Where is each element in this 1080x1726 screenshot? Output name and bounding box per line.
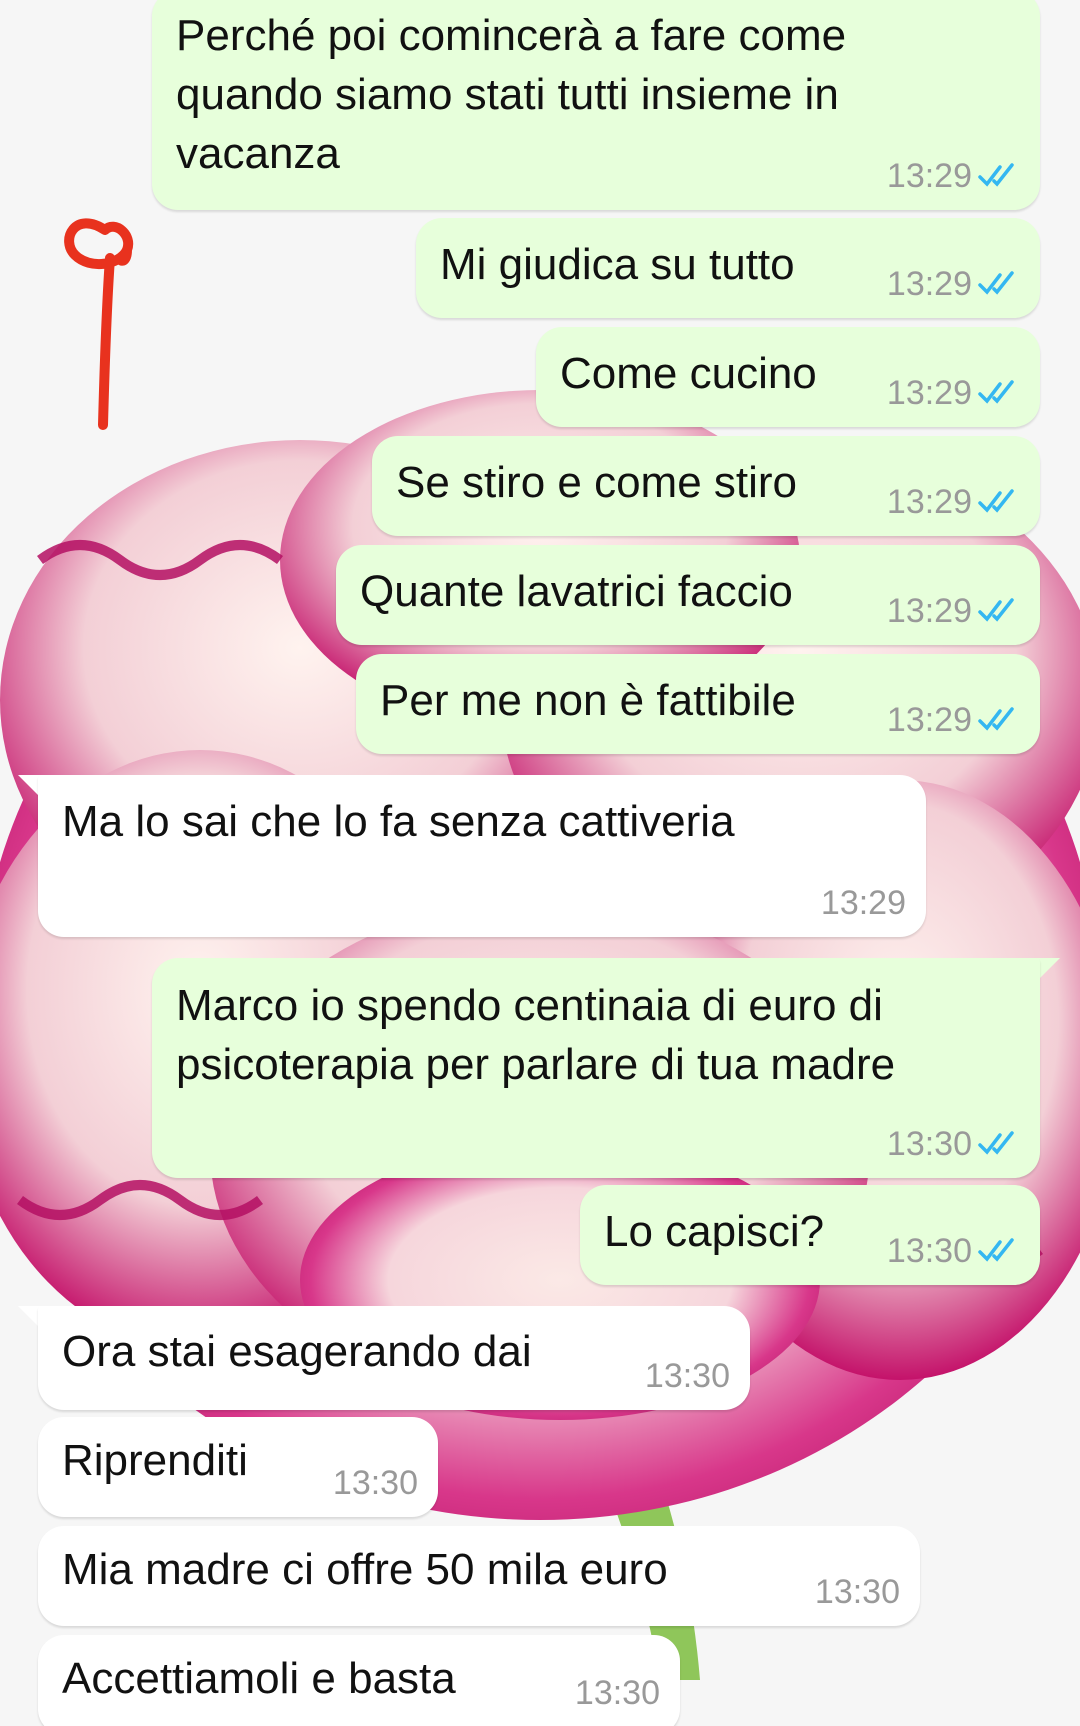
message-meta: 13:29: [887, 482, 1020, 522]
message-text: Ma lo sai che lo fa senza cattiveria: [62, 797, 735, 846]
message-time: 13:29: [886, 374, 972, 412]
message-meta: 13:30: [815, 1572, 900, 1612]
message-meta: 13:30: [645, 1356, 730, 1396]
double-check-icon: [978, 380, 1014, 404]
message-time: 13:29: [820, 884, 906, 922]
double-check-icon: [978, 1131, 1014, 1155]
message-time: 13:29: [886, 701, 972, 739]
message-time: 13:30: [644, 1357, 730, 1395]
message-text: Mia madre ci offre 50 mila euro: [62, 1545, 668, 1594]
message-meta: 13:30: [333, 1463, 418, 1503]
message-bubble-outgoing[interactable]: Se stiro e come stiro 13:29: [372, 436, 1040, 536]
double-check-icon: [978, 489, 1014, 513]
message-bubble-outgoing[interactable]: Marco io spendo centinaia di euro di psi…: [152, 958, 1040, 1178]
message-text: Per me non è fattibile: [380, 676, 796, 725]
message-text: Come cucino: [560, 349, 817, 398]
message-meta: 13:29: [821, 883, 906, 923]
message-bubble-incoming[interactable]: Ora stai esagerando dai 13:30: [38, 1306, 750, 1410]
message-bubble-incoming[interactable]: Ma lo sai che lo fa senza cattiveria 13:…: [38, 775, 926, 937]
message-text: Se stiro e come stiro: [396, 458, 798, 507]
hand-drawn-mark: [64, 218, 134, 430]
message-bubble-outgoing[interactable]: Quante lavatrici faccio 13:29: [336, 545, 1040, 645]
message-meta: 13:29: [887, 156, 1020, 196]
message-text: Ora stai esagerando dai: [62, 1327, 532, 1376]
message-bubble-outgoing[interactable]: Perché poi comincerà a fare come quando …: [152, 0, 1040, 210]
message-time: 13:30: [814, 1573, 900, 1611]
message-meta: 13:29: [887, 591, 1020, 631]
message-text: Quante lavatrici faccio: [360, 567, 793, 616]
message-time: 13:29: [886, 265, 972, 303]
double-check-icon: [978, 1238, 1014, 1262]
message-time: 13:30: [332, 1464, 418, 1502]
message-time: 13:30: [886, 1125, 972, 1163]
message-text: Lo capisci?: [604, 1207, 825, 1256]
double-check-icon: [978, 598, 1014, 622]
message-bubble-outgoing[interactable]: Lo capisci? 13:30: [580, 1185, 1040, 1285]
chat-screen: Perché poi comincerà a fare come quando …: [0, 0, 1080, 1726]
message-bubble-incoming[interactable]: Riprenditi 13:30: [38, 1417, 438, 1517]
message-bubble-outgoing[interactable]: Come cucino 13:29: [536, 327, 1040, 427]
message-time: 13:29: [886, 157, 972, 195]
message-meta: 13:29: [887, 264, 1020, 304]
message-bubble-outgoing[interactable]: Mi giudica su tutto 13:29: [416, 218, 1040, 318]
message-text: Perché poi comincerà a fare come quando …: [176, 11, 847, 178]
double-check-icon: [978, 271, 1014, 295]
message-text: Accettiamoli e basta: [62, 1654, 456, 1703]
message-text: Riprenditi: [62, 1436, 248, 1485]
double-check-icon: [978, 163, 1014, 187]
message-meta: 13:29: [887, 700, 1020, 740]
message-time: 13:30: [574, 1674, 660, 1712]
message-meta: 13:29: [887, 373, 1020, 413]
message-bubble-outgoing[interactable]: Per me non è fattibile 13:29: [356, 654, 1040, 754]
double-check-icon: [978, 707, 1014, 731]
message-time: 13:29: [886, 483, 972, 521]
message-meta: 13:30: [887, 1124, 1020, 1164]
message-meta: 13:30: [575, 1673, 660, 1713]
message-bubble-incoming[interactable]: Mia madre ci offre 50 mila euro 13:30: [38, 1526, 920, 1626]
message-bubble-incoming[interactable]: Accettiamoli e basta 13:30: [38, 1635, 680, 1726]
message-text: Marco io spendo centinaia di euro di psi…: [176, 981, 896, 1089]
message-time: 13:29: [886, 592, 972, 630]
message-meta: 13:30: [887, 1231, 1020, 1271]
message-time: 13:30: [886, 1232, 972, 1270]
message-text: Mi giudica su tutto: [440, 240, 795, 289]
